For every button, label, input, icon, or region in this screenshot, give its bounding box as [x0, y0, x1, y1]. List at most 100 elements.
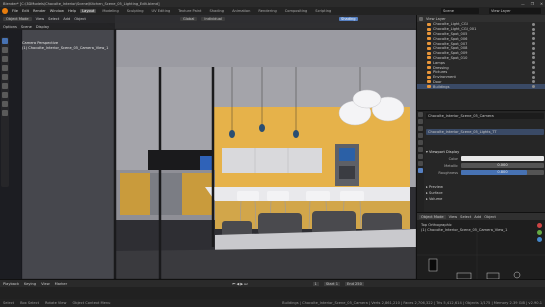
- marker-menu[interactable]: Marker: [55, 282, 67, 286]
- 3d-viewport[interactable]: Object Mode View Select Add Object Globa…: [0, 15, 416, 279]
- scene-selector[interactable]: Scene: [441, 8, 479, 14]
- transform-tool-icon[interactable]: [2, 83, 8, 89]
- visibility-eye-icon[interactable]: [532, 75, 535, 79]
- menu-file[interactable]: File: [12, 9, 18, 13]
- tab-compositing[interactable]: Compositing: [283, 9, 310, 13]
- options-menu[interactable]: Options: [3, 25, 17, 29]
- object-name-text: Chocolte_Interior_Scene_05_Camera: [428, 114, 494, 118]
- rotate-tool-icon[interactable]: [2, 65, 8, 71]
- navigation-gizmo: [537, 223, 543, 253]
- visibility-eye-icon[interactable]: [532, 46, 535, 50]
- scene-menu[interactable]: Scene: [21, 25, 32, 29]
- move-tool-icon[interactable]: [2, 56, 8, 62]
- maximize-icon[interactable]: ❐: [531, 2, 534, 6]
- metallic-slider[interactable]: 0.000: [461, 163, 544, 168]
- cursor-tool-icon[interactable]: [2, 47, 8, 53]
- outliner-header-label: View Layer: [426, 16, 446, 21]
- visibility-eye-icon[interactable]: [532, 56, 535, 60]
- play-controls[interactable]: ⏮ ◀ ▶ ⏭: [232, 282, 247, 286]
- visibility-eye-icon[interactable]: [532, 51, 535, 55]
- display-menu[interactable]: Display: [36, 25, 49, 29]
- material-slot-list[interactable]: [426, 119, 544, 129]
- constraint-tab-icon[interactable]: [418, 161, 423, 166]
- window-controls: — ❐ ✕: [521, 0, 543, 7]
- select-menu[interactable]: Select: [48, 17, 59, 21]
- menu-render[interactable]: Render: [33, 9, 46, 13]
- render-tab-icon[interactable]: [418, 119, 423, 124]
- visibility-eye-icon[interactable]: [532, 22, 535, 26]
- add-menu[interactable]: Add: [63, 17, 70, 21]
- modifier-tab-icon[interactable]: [418, 154, 423, 159]
- status-stats: Buildings | Chocolte_Interior_Scene_05_C…: [282, 301, 542, 305]
- axis-x-icon[interactable]: [537, 223, 542, 228]
- top-view-drawing: [417, 229, 545, 281]
- timeline-track[interactable]: [0, 287, 545, 299]
- visibility-eye-icon[interactable]: [532, 85, 535, 89]
- start-frame-field[interactable]: Start 1: [323, 281, 341, 286]
- object-tab-icon[interactable]: [418, 147, 423, 152]
- scale-tool-icon[interactable]: [2, 74, 8, 80]
- tab-uv-editing[interactable]: UV Editing: [150, 9, 173, 13]
- outliner-row[interactable]: Buildings: [417, 84, 545, 90]
- secondary-add-menu[interactable]: Add: [474, 215, 481, 219]
- menu-edit[interactable]: Edit: [22, 9, 29, 13]
- playback-menu[interactable]: Playback: [3, 282, 19, 286]
- visibility-eye-icon[interactable]: [532, 32, 535, 36]
- world-tab-icon[interactable]: [418, 140, 423, 145]
- axis-z-icon[interactable]: [537, 237, 542, 242]
- shading-button[interactable]: Shading: [338, 17, 358, 21]
- visibility-eye-icon[interactable]: [532, 42, 535, 46]
- tab-sculpting[interactable]: Sculpting: [125, 9, 146, 13]
- outliner-editor-icon[interactable]: [419, 16, 423, 21]
- view-layer-selector[interactable]: View Layer: [489, 8, 541, 14]
- annotate-tool-icon[interactable]: [2, 92, 8, 98]
- visibility-eye-icon[interactable]: [532, 70, 535, 74]
- tab-texture-paint[interactable]: Texture Paint: [176, 9, 203, 13]
- object-icon: [427, 37, 431, 41]
- scene-tab-icon[interactable]: [418, 133, 423, 138]
- visibility-eye-icon[interactable]: [532, 80, 535, 84]
- close-icon[interactable]: ✕: [540, 2, 543, 6]
- end-frame-field[interactable]: End 250: [345, 281, 364, 286]
- keying-menu[interactable]: Keying: [24, 282, 36, 286]
- tool-tab-icon[interactable]: [418, 112, 423, 117]
- color-swatch[interactable]: [461, 156, 544, 161]
- mode-dropdown[interactable]: Object Mode: [3, 17, 32, 21]
- tab-modeling[interactable]: Modeling: [100, 9, 120, 13]
- material-tab-icon[interactable]: [418, 168, 423, 173]
- menu-help[interactable]: Help: [68, 9, 76, 13]
- tab-layout[interactable]: Layout: [80, 9, 97, 13]
- volume-section[interactable]: ▸ Volume: [426, 196, 544, 202]
- secondary-viewport-header: Object Mode View Select Add Object: [417, 213, 545, 220]
- visibility-eye-icon[interactable]: [532, 61, 535, 65]
- object-icon: [427, 75, 431, 79]
- tab-scripting[interactable]: Scripting: [313, 9, 333, 13]
- visibility-eye-icon[interactable]: [532, 27, 535, 31]
- add-cube-tool-icon[interactable]: [2, 110, 8, 116]
- orientation-dropdown[interactable]: Global: [179, 17, 198, 21]
- roughness-slider[interactable]: 0.800: [461, 170, 544, 175]
- pivot-dropdown[interactable]: Individual: [201, 17, 225, 21]
- visibility-eye-icon[interactable]: [532, 37, 535, 41]
- tab-shading[interactable]: Shading: [207, 9, 226, 13]
- secondary-select-menu[interactable]: Select: [460, 215, 471, 219]
- minimize-icon[interactable]: —: [521, 2, 525, 6]
- current-frame-field[interactable]: 1: [312, 281, 319, 286]
- output-tab-icon[interactable]: [418, 126, 423, 131]
- secondary-viewport[interactable]: Object Mode View Select Add Object Top O…: [416, 212, 545, 281]
- blender-logo-icon[interactable]: [2, 8, 8, 14]
- tab-rendering[interactable]: Rendering: [256, 9, 278, 13]
- visibility-eye-icon[interactable]: [532, 66, 535, 70]
- menu-window[interactable]: Window: [50, 9, 64, 13]
- object-menu[interactable]: Object: [74, 17, 86, 21]
- tab-animation[interactable]: Animation: [230, 9, 252, 13]
- view-menu-timeline[interactable]: View: [41, 282, 50, 286]
- secondary-mode-dropdown[interactable]: Object Mode: [419, 214, 446, 219]
- view-menu[interactable]: View: [36, 17, 45, 21]
- object-icon: [427, 80, 431, 84]
- axis-y-icon[interactable]: [537, 230, 542, 235]
- select-tool-icon[interactable]: [2, 38, 8, 44]
- secondary-view-menu[interactable]: View: [449, 215, 458, 219]
- secondary-object-menu[interactable]: Object: [484, 215, 496, 219]
- measure-tool-icon[interactable]: [2, 101, 8, 107]
